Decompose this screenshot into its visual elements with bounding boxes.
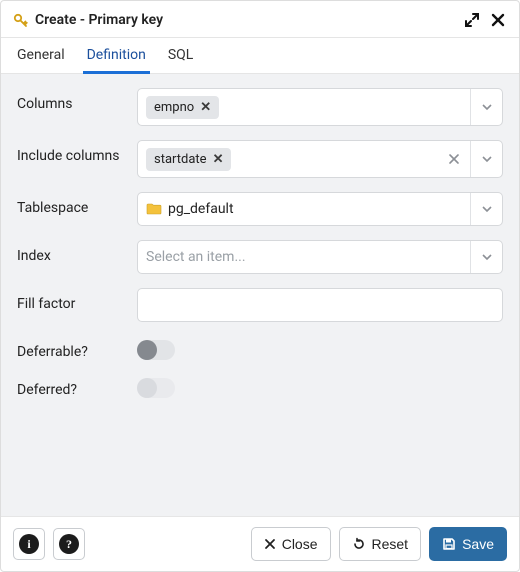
label-deferrable: Deferrable? (17, 336, 137, 360)
row-fill-factor: Fill factor (17, 288, 503, 322)
label-index: Index (17, 240, 137, 264)
row-deferrable: Deferrable? (17, 336, 503, 360)
chevron-down-icon[interactable] (470, 193, 502, 225)
chevron-down-icon[interactable] (470, 89, 502, 125)
close-icon[interactable] (489, 11, 507, 29)
index-placeholder: Select an item... (146, 249, 246, 265)
label-tablespace: Tablespace (17, 192, 137, 216)
form-body: Columns empno ✕ Include columns startdat… (1, 74, 519, 516)
columns-chip: empno ✕ (146, 96, 219, 119)
include-columns-chip: startdate ✕ (146, 148, 231, 171)
dialog-titlebar: Create - Primary key (1, 1, 519, 38)
label-include-columns: Include columns (17, 140, 137, 164)
label-fill-factor: Fill factor (17, 288, 137, 312)
chevron-down-icon[interactable] (470, 241, 502, 273)
help-button[interactable]: ? (53, 528, 85, 560)
row-tablespace: Tablespace pg_default (17, 192, 503, 226)
save-icon (442, 537, 456, 551)
row-columns: Columns empno ✕ (17, 88, 503, 126)
clear-icon[interactable] (438, 141, 470, 177)
folder-icon (146, 202, 162, 216)
tablespace-select[interactable]: pg_default (137, 192, 503, 226)
index-select[interactable]: Select an item... (137, 240, 503, 274)
reset-icon (352, 537, 366, 551)
deferrable-toggle[interactable] (137, 340, 175, 360)
info-icon: i (19, 534, 39, 554)
close-button[interactable]: Close (251, 527, 331, 561)
reset-button[interactable]: Reset (339, 527, 422, 561)
info-button[interactable]: i (13, 528, 45, 560)
tab-definition[interactable]: Definition (85, 47, 148, 73)
tab-sql[interactable]: SQL (166, 47, 195, 73)
save-label: Save (462, 536, 494, 552)
tablespace-value: pg_default (168, 201, 234, 217)
include-columns-select[interactable]: startdate ✕ (137, 140, 503, 178)
chip-remove-icon[interactable]: ✕ (200, 100, 211, 115)
chip-label: startdate (154, 152, 207, 167)
close-label: Close (282, 536, 318, 552)
save-button[interactable]: Save (429, 527, 507, 561)
row-include-columns: Include columns startdate ✕ (17, 140, 503, 178)
chevron-down-icon[interactable] (470, 141, 502, 177)
reset-label: Reset (372, 536, 409, 552)
chip-label: empno (154, 100, 194, 115)
fill-factor-input[interactable] (137, 288, 503, 322)
key-icon (13, 12, 29, 28)
deferred-toggle (137, 378, 175, 398)
close-icon (264, 538, 276, 550)
dialog-footer: i ? Close Reset Save (1, 516, 519, 571)
chip-remove-icon[interactable]: ✕ (213, 152, 224, 167)
row-index: Index Select an item... (17, 240, 503, 274)
columns-select[interactable]: empno ✕ (137, 88, 503, 126)
tab-general[interactable]: General (15, 47, 67, 73)
tab-bar: General Definition SQL (1, 38, 519, 74)
label-deferred: Deferred? (17, 374, 137, 398)
label-columns: Columns (17, 88, 137, 112)
row-deferred: Deferred? (17, 374, 503, 398)
dialog-title: Create - Primary key (35, 12, 463, 28)
expand-icon[interactable] (463, 11, 481, 29)
help-icon: ? (59, 534, 79, 554)
